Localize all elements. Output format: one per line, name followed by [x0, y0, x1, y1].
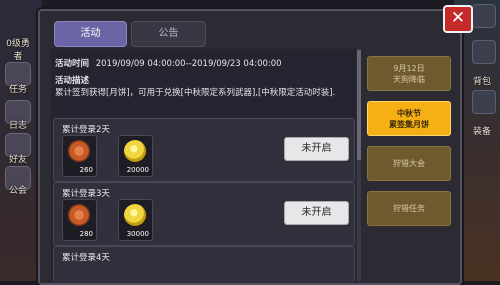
guild-label: 公会	[8, 186, 27, 196]
claim-button[interactable]: 未开启	[284, 201, 349, 225]
close-button[interactable]: ✕	[443, 5, 473, 33]
event-desc-label: 活动描述	[55, 76, 90, 86]
reward-row: 累计登录3天 280 30000 未开启	[53, 182, 355, 246]
event-button-line1: 9月12日	[393, 63, 425, 73]
reward-item[interactable]: 280	[62, 199, 97, 241]
tab-events[interactable]: 活动	[54, 21, 127, 47]
reward-title: 累计登录4天	[62, 253, 110, 263]
reward-item[interactable]: 30000	[118, 199, 153, 241]
menu-icon[interactable]	[472, 4, 496, 28]
log-label: 日志	[8, 121, 27, 131]
reward-item[interactable]: 260	[62, 135, 97, 177]
event-button-line1: 中秋节	[397, 108, 421, 118]
reward-title: 累计登录2天	[62, 125, 110, 135]
item-quantity: 20000	[126, 166, 149, 174]
equip-label: 装备	[472, 127, 491, 137]
tab-announcements[interactable]: 公告	[131, 21, 206, 47]
scrollbar-thumb[interactable]	[357, 50, 361, 160]
level-badge: 0级勇者	[6, 39, 30, 62]
item-quantity: 30000	[126, 230, 149, 238]
friends-label: 好友	[8, 155, 27, 165]
event-button-mid-autumn[interactable]: 中秋节 累签集月饼	[367, 101, 451, 136]
plus-icon[interactable]	[472, 90, 496, 114]
item-quantity: 260	[79, 166, 93, 174]
event-button-line2: 天狗降临	[393, 74, 425, 84]
mooncake-icon	[68, 204, 90, 226]
reward-row: 累计登录4天	[53, 246, 355, 282]
claim-button[interactable]: 未开启	[284, 137, 349, 161]
event-button-hunting-task[interactable]: 狩猎任务	[367, 191, 451, 226]
reward-item[interactable]: 20000	[118, 135, 153, 177]
item-quantity: 280	[79, 230, 93, 238]
bag-icon[interactable]	[472, 40, 496, 64]
event-button-line1: 狩猎大会	[393, 159, 425, 168]
event-time: 活动时间 2019/09/09 04:00:00--2019/09/23 04:…	[55, 57, 282, 69]
event-time-value: 2019/09/09 04:00:00--2019/09/23 04:00:00	[95, 59, 282, 69]
gold-coin-icon	[124, 140, 146, 162]
gold-coin-icon	[124, 204, 146, 226]
event-button-moon-day[interactable]: 9月12日 天狗降临	[367, 56, 451, 91]
event-button-line2: 累签集月饼	[389, 119, 429, 129]
mooncake-icon	[68, 140, 90, 162]
event-button-line1: 狩猎任务	[393, 204, 425, 213]
bag-label: 背包	[472, 77, 491, 87]
event-time-label: 活动时间	[55, 59, 90, 69]
task-label: 任务	[8, 85, 27, 95]
event-desc-text: 累计签到获得[月饼]，可用于兑换[中秋限定系列武器],[中秋限定活动时装].	[55, 88, 336, 98]
reward-title: 累计登录3天	[62, 189, 110, 199]
reward-row: 累计登录2天 260 20000 未开启	[53, 118, 355, 182]
event-button-hunting-contest[interactable]: 狩猎大会	[367, 146, 451, 181]
